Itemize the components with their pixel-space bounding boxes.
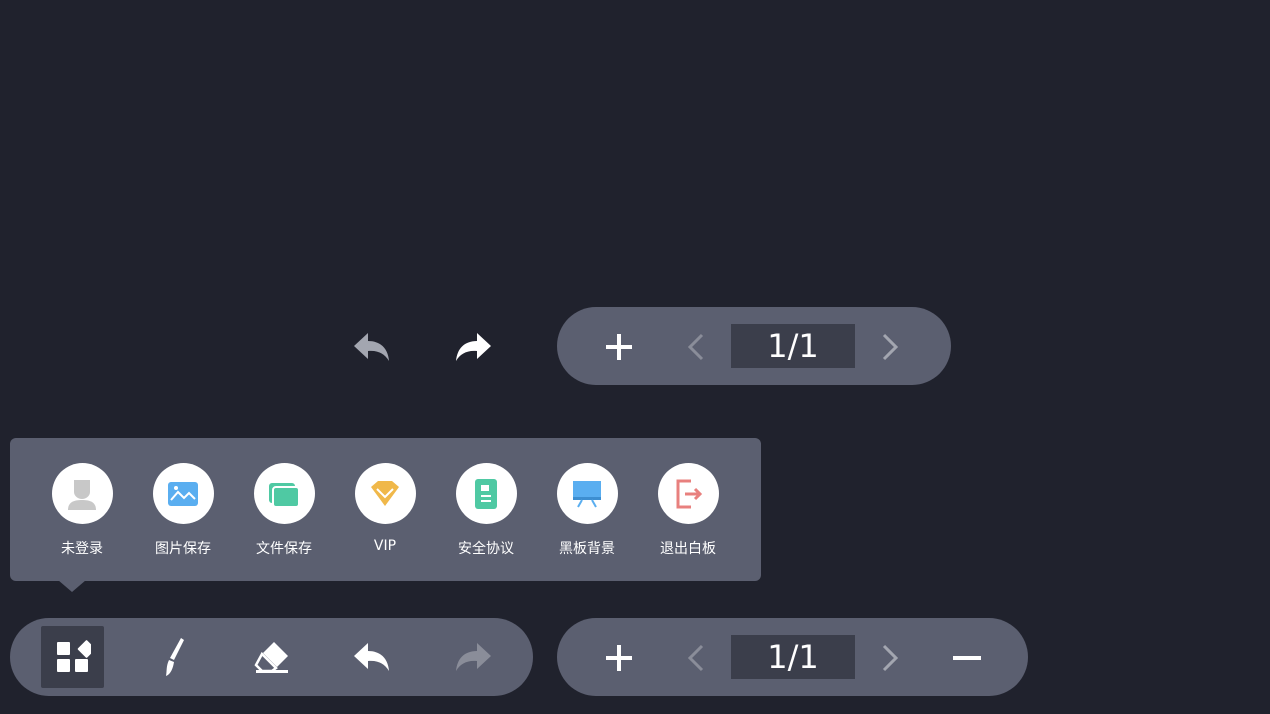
plus-icon	[606, 334, 632, 360]
menu-item-security-agreement[interactable]: 安全协议	[446, 463, 526, 563]
top-undo-button[interactable]	[350, 326, 394, 368]
menu-item-label: 退出白板	[660, 541, 716, 557]
bottom-page-indicator: 1/1	[731, 635, 855, 679]
top-add-page-button[interactable]	[598, 326, 640, 368]
user-icon	[68, 479, 96, 510]
chevron-left-icon	[687, 333, 704, 361]
menu-item-save-image[interactable]: 图片保存	[143, 463, 223, 563]
undo-icon	[354, 333, 389, 361]
document-icon	[475, 478, 497, 509]
exit-icon	[676, 479, 703, 508]
menu-item-label: 未登录	[61, 541, 103, 557]
diamond-icon	[371, 480, 399, 506]
top-redo-button[interactable]	[451, 326, 495, 368]
redo-icon	[456, 333, 491, 361]
redo-icon	[456, 643, 491, 671]
brush-icon	[166, 638, 184, 676]
top-page-indicator: 1/1	[731, 324, 855, 368]
chevron-right-icon	[882, 644, 899, 672]
menu-item-blackboard-background[interactable]: 黑板背景	[547, 463, 627, 563]
image-icon	[168, 481, 198, 506]
menu-item-label: 文件保存	[256, 541, 312, 557]
eraser-icon	[254, 642, 288, 673]
blackboard-icon	[573, 480, 601, 507]
bottom-prev-page-button[interactable]	[680, 637, 712, 679]
bottom-undo-button[interactable]	[350, 636, 394, 678]
menu-item-save-file[interactable]: 文件保存	[244, 463, 324, 563]
folder-icon	[269, 482, 300, 508]
menu-item-exit-whiteboard[interactable]: 退出白板	[648, 463, 728, 563]
bottom-add-page-button[interactable]	[598, 637, 640, 679]
eraser-button[interactable]	[248, 630, 296, 684]
bottom-next-page-button[interactable]	[874, 637, 906, 679]
menu-item-label: VIP	[373, 538, 397, 554]
undo-icon	[354, 643, 389, 671]
menu-caret	[58, 580, 86, 592]
menu-item-label: 安全协议	[458, 541, 514, 557]
bottom-redo-button[interactable]	[451, 636, 495, 678]
menu-item-label: 黑板背景	[559, 541, 615, 557]
menu-item-label: 图片保存	[155, 541, 211, 557]
apps-button[interactable]	[41, 626, 104, 688]
chevron-right-icon	[882, 333, 899, 361]
apps-grid-icon	[56, 640, 91, 672]
chevron-left-icon	[687, 644, 704, 672]
minus-icon	[953, 656, 981, 660]
brush-button[interactable]	[150, 630, 194, 684]
remove-page-button[interactable]	[946, 637, 988, 679]
menu-item-login[interactable]: 未登录	[42, 463, 122, 563]
top-prev-page-button[interactable]	[680, 326, 712, 368]
plus-icon	[606, 645, 632, 671]
menu-item-vip[interactable]: VIP	[345, 463, 425, 563]
top-next-page-button[interactable]	[874, 326, 906, 368]
